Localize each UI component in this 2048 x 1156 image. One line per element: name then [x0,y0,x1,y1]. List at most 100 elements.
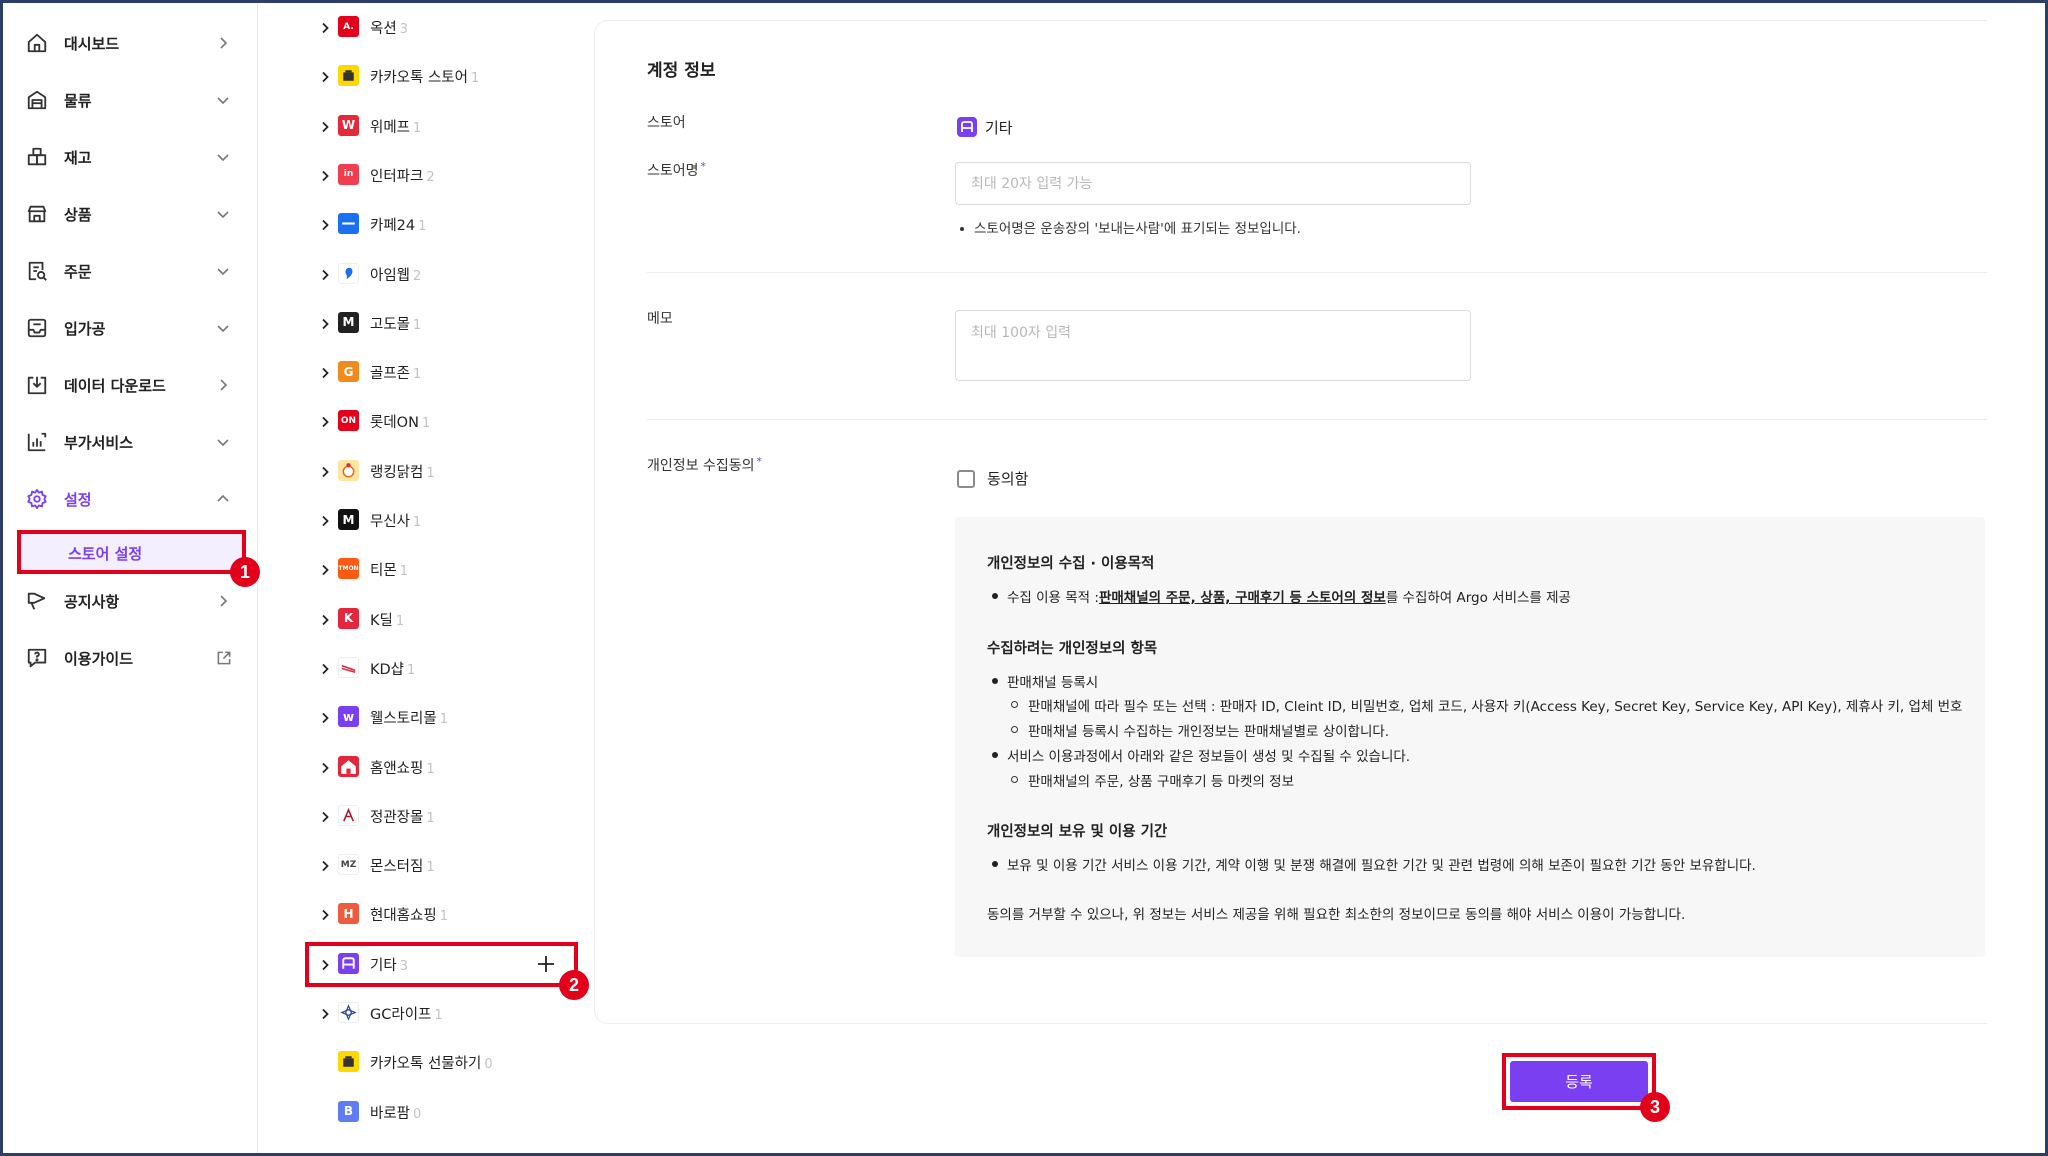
sidebar-item-label: 재고 [64,148,92,167]
hyundai-homeshopping-logo: H [338,903,359,925]
store-row-interpark[interactable]: in 인터파크 2 [258,153,588,201]
chevron-right-icon[interactable] [318,415,332,429]
agree-checkbox[interactable] [957,469,975,488]
store-name-input[interactable] [955,162,1471,205]
chevron-right-icon[interactable] [318,120,332,134]
store-name-hint-text: 스토어명은 운송장의 '보내는사람'에 표기되는 정보입니다. [974,221,1301,237]
chevron-right-icon[interactable] [318,366,332,380]
help-icon [24,645,50,671]
sidebar-item-label: 대시보드 [64,34,120,53]
store-row-golfzon[interactable]: G 골프존 1 [258,350,588,398]
home-icon [24,30,50,56]
chevron-right-icon [220,37,228,49]
store-row-musinsa[interactable]: M 무신사 1 [258,498,588,546]
store-row-monstergym[interactable]: MZ 몬스터짐 1 [258,843,588,891]
sidebar-item-notices[interactable]: 공지사항 [3,576,258,626]
store-name-hint: 스토어명은 운송장의 '보내는사람'에 표기되는 정보입니다. [960,217,1301,237]
store-row-imweb[interactable]: 아임웹 2 [258,252,588,300]
sidebar-subitem-store-settings[interactable]: 스토어 설정 [17,530,246,574]
sidebar-item-inventory[interactable]: 재고 [3,132,258,182]
store-row-kdshop[interactable]: KD샵 1 [258,646,588,694]
store-icon [24,201,50,227]
store-row-cafe24[interactable]: 카페24 1 [258,202,588,250]
store-row-gclife[interactable]: GC라이프 1 [258,991,588,1039]
purpose-prefix: 수집 이용 목적 : [1007,590,1099,606]
store-row-lotteon[interactable]: ON 롯데ON 1 [258,399,588,447]
store-row-tmon[interactable]: TMON 티몬 1 [258,547,588,595]
store-row-kdeal[interactable]: K K딜 1 [258,597,588,645]
consent-label: 개인정보 수집동의 * [647,455,762,475]
sidebar-item-label: 설정 [64,490,92,509]
store-row-hyundai-homeshopping[interactable]: H 현대홈쇼핑 1 [258,892,588,940]
chevron-right-icon[interactable] [318,317,332,331]
jungkwanjang-logo [338,804,359,826]
consent-purpose-text: 수집 이용 목적 :판매채널의 주문, 상품, 구매후기 등 스토어의 정보를 … [1007,586,1571,606]
sidebar-item-label: 물류 [64,91,92,110]
chevron-right-icon[interactable] [318,662,332,676]
imweb-logo [338,262,359,284]
chevron-right-icon[interactable] [318,218,332,232]
welstory-logo: w [338,706,359,728]
interpark-logo: in [338,163,359,185]
sidebar-item-data-download[interactable]: 데이터 다운로드 [3,360,258,410]
chevron-right-icon[interactable] [318,268,332,282]
store-row-baropharm[interactable]: B 바로팜 0 [258,1090,588,1138]
sidebar-item-label: 데이터 다운로드 [64,376,166,395]
store-name-text: 아임웹 [370,267,411,284]
golfzon-logo: G [338,361,359,383]
lotteon-logo: ON [338,410,359,432]
chevron-right-icon[interactable] [318,908,332,922]
chevron-down-icon [217,325,229,333]
gclife-logo [338,1002,359,1023]
chevron-right-icon[interactable] [318,514,332,528]
sidebar-item-settings[interactable]: 설정 [3,474,258,524]
store-row-godomall[interactable]: M 고도몰 1 [258,301,588,349]
chevron-right-icon[interactable] [318,711,332,725]
wemakeprice-logo: W [338,114,359,136]
chevron-right-icon[interactable] [318,465,332,479]
store-row-homeandshopping[interactable]: 홈앤쇼핑 1 [258,745,588,793]
sidebar-item-orders[interactable]: 주문 [3,246,258,296]
chevron-right-icon[interactable] [318,859,332,873]
step-badge-3: 3 [1640,1092,1670,1122]
chevron-right-icon [220,595,228,607]
store-count: 1 [421,416,431,432]
store-name: 정관장몰 1 [370,806,435,827]
store-row-auction[interactable]: A. 옥션 3 [258,5,588,53]
add-store-plus-icon[interactable] [535,953,557,975]
chevron-right-icon[interactable] [318,70,332,84]
store-count: 1 [413,515,422,530]
submit-button[interactable]: 등록 [1510,1061,1648,1102]
store-name-text: 인터파크 [370,168,424,185]
store-count: 1 [395,613,405,629]
agree-checkbox-row[interactable]: 동의함 [957,468,1028,489]
chevron-right-icon[interactable] [318,169,332,183]
chevron-right-icon[interactable] [318,563,332,577]
consent-item-1-sub-1: 판매채널에 따라 필수 또는 선택 : 판매자 ID, Cleint ID, 비… [1028,699,1963,715]
sidebar-item-dashboard[interactable]: 대시보드 [3,18,258,68]
homeandshopping-logo [338,755,359,777]
sidebar-item-label: 부가서비스 [64,433,134,452]
boxes-icon [24,144,50,170]
store-row-wemakeprice[interactable]: W 위메프 1 [258,104,588,152]
store-row-welstory[interactable]: w 웰스토리몰 1 [258,695,588,743]
chevron-right-icon[interactable] [318,21,332,35]
store-count: 1 [413,367,422,383]
store-row-rankingdak[interactable]: 랭킹닭컴 1 [258,449,588,497]
sidebar-item-products[interactable]: 상품 [3,189,258,239]
kakao-gift-logo [338,1051,359,1073]
sidebar-item-inbound[interactable]: 입가공 [3,303,258,353]
store-count: 1 [407,662,416,678]
store-row-kakao-gift[interactable]: 카카오톡 선물하기 0 [258,1040,588,1088]
sidebar-item-additional-services[interactable]: 부가서비스 [3,417,258,467]
sidebar-item-logistics[interactable]: 물류 [3,75,258,125]
consent-item-1: 판매채널 등록시 [1007,675,1099,691]
chevron-right-icon[interactable] [318,613,332,627]
chevron-right-icon[interactable] [318,810,332,824]
chevron-right-icon[interactable] [318,1007,332,1021]
store-row-kakao-store[interactable]: 카카오톡 스토어 1 [258,54,588,102]
sidebar-item-user-guide[interactable]: 이용가이드 [3,633,258,683]
chevron-right-icon[interactable] [318,761,332,775]
store-row-jungkwanjang[interactable]: 정관장몰 1 [258,794,588,842]
memo-input[interactable] [955,310,1471,381]
